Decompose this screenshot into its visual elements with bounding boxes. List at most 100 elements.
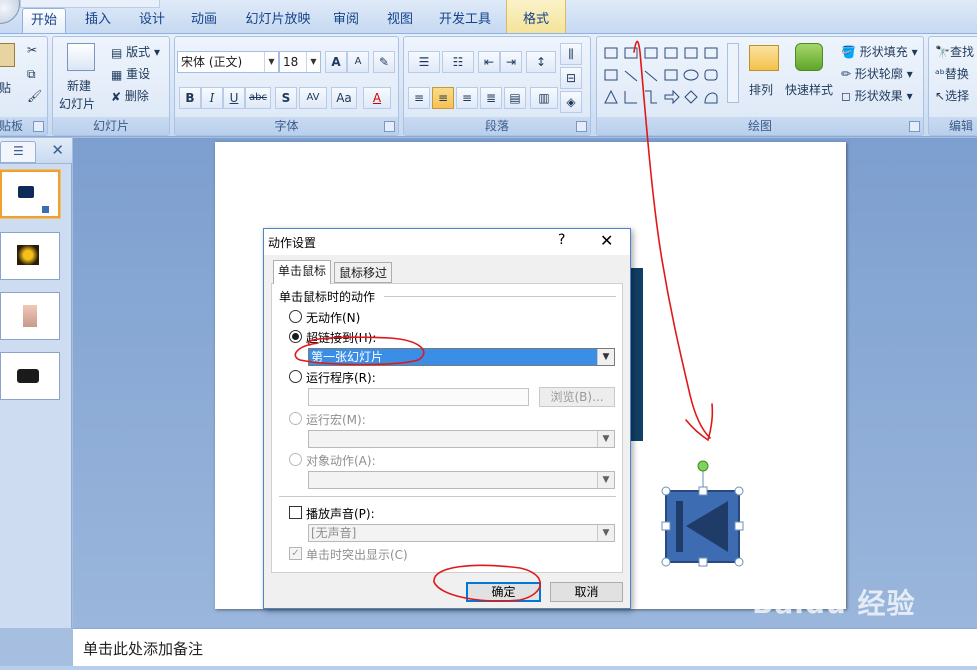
align-right-icon[interactable]: ≡ [456, 87, 478, 109]
tab-home[interactable]: 开始 [22, 8, 66, 33]
increase-indent-icon[interactable]: ⇥ [500, 51, 522, 73]
tab-animations[interactable]: 动画 [182, 8, 226, 33]
select-button[interactable]: ↖选择 [935, 87, 969, 104]
drawing-launcher-icon[interactable] [909, 121, 920, 132]
outline-tab[interactable]: ☰ [0, 141, 36, 163]
arrange-icon[interactable] [749, 45, 779, 71]
ok-button[interactable]: 确定 [466, 582, 541, 602]
bold-button[interactable]: B [179, 87, 201, 109]
columns-icon[interactable]: ▥ [530, 87, 558, 109]
hyperlink-radio[interactable] [289, 330, 302, 343]
shape-fill-button[interactable]: 🪣 形状填充 ▾ [841, 43, 918, 60]
rotate-handle[interactable] [697, 460, 709, 472]
tab-insert[interactable]: 插入 [76, 8, 120, 33]
text-direction-icon[interactable]: ⫼ [560, 43, 582, 65]
paragraph-launcher-icon[interactable] [576, 121, 587, 132]
cut-icon[interactable]: ✂ [27, 43, 37, 57]
bullets-icon[interactable]: ☰ [408, 51, 440, 73]
char-spacing-button[interactable]: AV [299, 87, 327, 109]
action-button-shape[interactable] [656, 458, 748, 574]
close-icon[interactable]: ✕ [51, 141, 64, 159]
highlight-click-checkbox[interactable]: ✓ [289, 547, 302, 560]
distributed-icon[interactable]: ▤ [504, 87, 526, 109]
align-text-icon[interactable]: ⊟ [560, 67, 582, 89]
close-icon[interactable]: ✕ [600, 231, 613, 250]
quick-styles-button[interactable]: 快速样式 [785, 81, 833, 98]
smartart-icon[interactable]: ◈ [560, 91, 582, 113]
find-button[interactable]: 🔭查找 [935, 43, 974, 60]
gallery-scroll[interactable] [727, 43, 739, 103]
font-color-button[interactable]: A [363, 87, 391, 109]
tab-review[interactable]: 审阅 [326, 8, 366, 33]
tab-design[interactable]: 设计 [130, 8, 174, 33]
play-sound-checkbox[interactable] [289, 506, 302, 519]
cancel-button[interactable]: 取消 [550, 582, 623, 602]
play-sound-label[interactable]: 播放声音(P): [306, 505, 375, 522]
justify-icon[interactable]: ≣ [480, 87, 502, 109]
tab-mouse-over[interactable]: 鼠标移过 [334, 262, 393, 283]
underline-button[interactable]: U [223, 87, 245, 109]
font-size-combo[interactable]: 18 ▼ [279, 51, 321, 73]
shapes-gallery[interactable] [603, 45, 733, 109]
paste-button[interactable]: 贴 [0, 79, 11, 96]
no-action-radio[interactable] [289, 310, 302, 323]
font-launcher-icon[interactable] [384, 121, 395, 132]
line-spacing-icon[interactable]: ↕ [526, 51, 556, 73]
paint-bucket-icon: 🪣 [841, 45, 856, 59]
browse-button[interactable]: 浏览(B)... [539, 387, 615, 407]
run-macro-label[interactable]: 运行宏(M): [306, 411, 366, 428]
tab-slideshow[interactable]: 幻灯片放映 [238, 8, 318, 33]
reset-button[interactable]: ▦ 重设 [111, 65, 150, 82]
object-action-select[interactable]: ▼ [308, 471, 615, 489]
paste-icon[interactable] [0, 43, 15, 67]
quick-styles-icon[interactable] [795, 43, 823, 71]
slide-thumbnail-4[interactable] [0, 352, 60, 400]
shadow-button[interactable]: S [275, 87, 297, 109]
run-macro-radio[interactable] [289, 412, 302, 425]
highlight-click-label[interactable]: 单击时突出显示(C) [306, 546, 408, 563]
decrease-indent-icon[interactable]: ⇤ [478, 51, 500, 73]
format-painter-icon[interactable]: 🖌 [27, 89, 42, 103]
tab-developer[interactable]: 开发工具 [432, 8, 498, 33]
layout-button[interactable]: ▤ 版式 ▾ [111, 43, 160, 60]
delete-slide-button[interactable]: ✘ 删除 [111, 87, 149, 104]
cursor-icon: ↖ [935, 89, 946, 103]
object-action-label[interactable]: 对象动作(A): [306, 452, 376, 469]
tab-mouse-click[interactable]: 单击鼠标 [273, 260, 332, 284]
run-program-label[interactable]: 运行程序(R): [306, 369, 376, 386]
macro-select[interactable]: ▼ [308, 430, 615, 448]
replace-button[interactable]: ᵃᵇ替换 [935, 65, 969, 82]
tab-view[interactable]: 视图 [380, 8, 420, 33]
office-button[interactable] [0, 0, 20, 24]
no-action-label[interactable]: 无动作(N) [306, 309, 360, 326]
shrink-font-button[interactable]: A [347, 51, 369, 73]
tab-format[interactable]: 格式 [506, 0, 566, 33]
align-left-icon[interactable]: ≡ [408, 87, 430, 109]
copy-icon[interactable]: ⧉ [27, 67, 36, 82]
grow-font-button[interactable]: A [325, 51, 347, 73]
clear-format-icon[interactable]: ✎ [373, 51, 395, 73]
object-action-radio[interactable] [289, 453, 302, 466]
hyperlink-label[interactable]: 超链接到(H): [306, 329, 376, 346]
program-path-input[interactable] [308, 388, 529, 406]
font-name-combo[interactable]: 宋体 (正文) ▼ [177, 51, 279, 73]
slide-thumbnail-1[interactable] [0, 169, 61, 219]
numbering-icon[interactable]: ☷ [442, 51, 474, 73]
hyperlink-select[interactable]: 第一张幻灯片 ▼ [308, 348, 615, 366]
italic-button[interactable]: I [201, 87, 223, 109]
new-slide-label-2[interactable]: 幻灯片 [59, 95, 95, 112]
new-slide-label[interactable]: 新建 [67, 77, 91, 94]
shape-outline-button[interactable]: ✏ 形状轮廓 ▾ [841, 65, 913, 82]
change-case-button[interactable]: Aa [331, 87, 357, 109]
slide-thumbnail-3[interactable] [0, 292, 60, 340]
strikethrough-button[interactable]: abc [245, 87, 271, 109]
new-slide-icon[interactable] [67, 43, 95, 71]
clipboard-launcher-icon[interactable] [33, 121, 44, 132]
slide-thumbnail-2[interactable] [0, 232, 60, 280]
help-icon[interactable]: ? [558, 232, 565, 248]
shape-effects-button[interactable]: ◻ 形状效果 ▾ [841, 87, 913, 104]
arrange-button[interactable]: 排列 [749, 81, 773, 98]
align-center-icon[interactable]: ≡ [432, 87, 454, 109]
sound-select[interactable]: [无声音] ▼ [308, 524, 615, 542]
run-program-radio[interactable] [289, 370, 302, 383]
